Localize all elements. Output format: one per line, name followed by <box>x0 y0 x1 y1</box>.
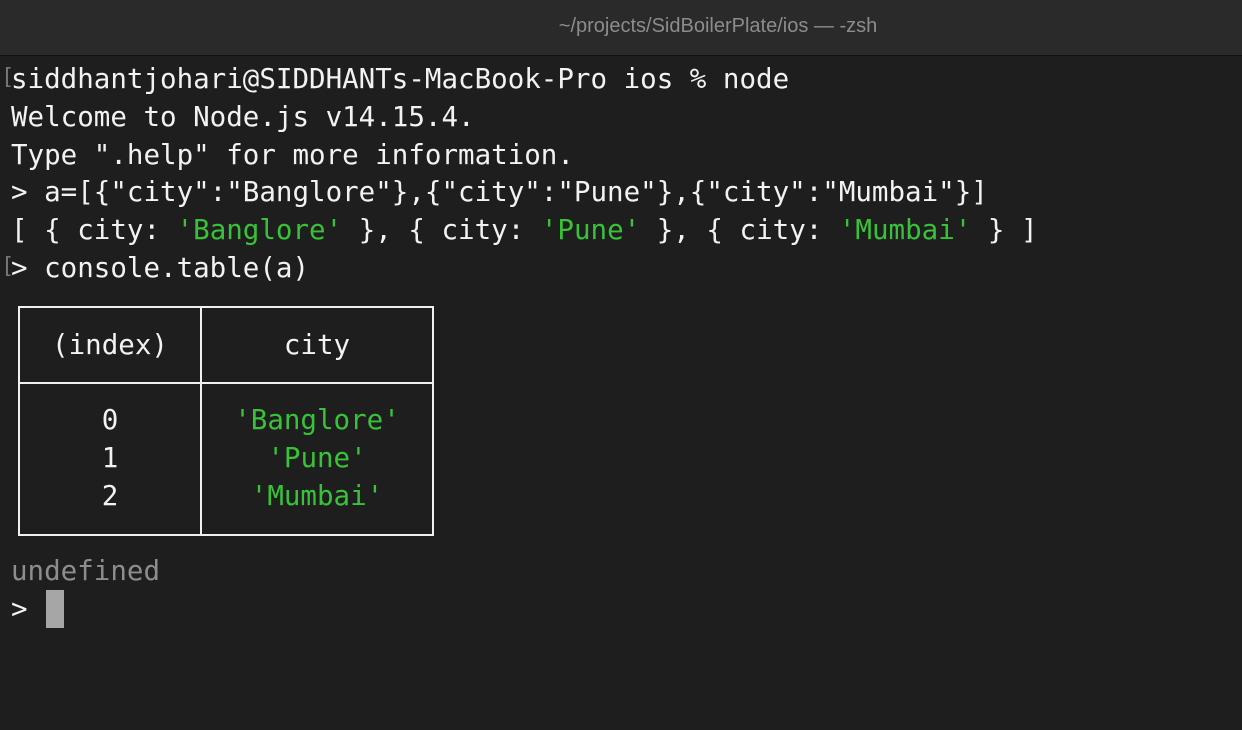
output-close: } ] <box>971 214 1038 246</box>
string-pune: 'Pune' <box>540 214 641 246</box>
table-header-divider <box>20 382 432 384</box>
table-cell-city: 'Mumbai' <box>250 480 384 512</box>
string-mumbai: 'Mumbai' <box>838 214 972 246</box>
table-cell-index: 2 <box>101 480 119 512</box>
table-cell-index: 1 <box>101 442 119 474</box>
node-welcome-line: Welcome to Node.js v14.15.4. <box>11 101 475 133</box>
console-table: (index) city 0 'Banglore' 1 'Pune' 2 'Mu… <box>18 306 434 536</box>
node-input-assign-line: > a=[{"city":"Banglore"},{"city":"Pune"}… <box>11 176 988 208</box>
output-sep-2: }, { city: <box>640 214 839 246</box>
string-banglore: 'Banglore' <box>176 214 343 246</box>
terminal-output[interactable]: [ siddhantjohari@SIDDHANTs-MacBook-Pro i… <box>0 58 1242 730</box>
output-sep-1: }, { city: <box>342 214 541 246</box>
node-help-line: Type ".help" for more information. <box>11 139 574 171</box>
text-cursor[interactable] <box>46 590 64 628</box>
table-cell-index: 0 <box>101 404 119 436</box>
table-cell-city: 'Pune' <box>267 442 367 474</box>
window-title: ~/projects/SidBoilerPlate/ios — -zsh <box>558 15 878 37</box>
table-header-city: city <box>283 329 351 361</box>
table-cell-city: 'Banglore' <box>234 404 400 436</box>
array-output-line: [ { city: 'Banglore' }, { city: 'Pune' }… <box>11 211 1038 249</box>
title-bar[interactable]: ~/projects/SidBoilerPlate/ios — -zsh <box>0 0 1242 56</box>
output-open: [ { city: <box>11 214 177 246</box>
shell-prompt-line: siddhantjohari@SIDDHANTs-MacBook-Pro ios… <box>11 63 790 95</box>
terminal-window: ~/projects/SidBoilerPlate/ios — -zsh [ s… <box>0 0 1242 730</box>
undefined-output: undefined <box>11 555 161 587</box>
repl-prompt: > <box>11 593 28 625</box>
table-header-index: (index) <box>52 329 168 361</box>
node-input-table-line: > console.table(a) <box>11 252 310 284</box>
